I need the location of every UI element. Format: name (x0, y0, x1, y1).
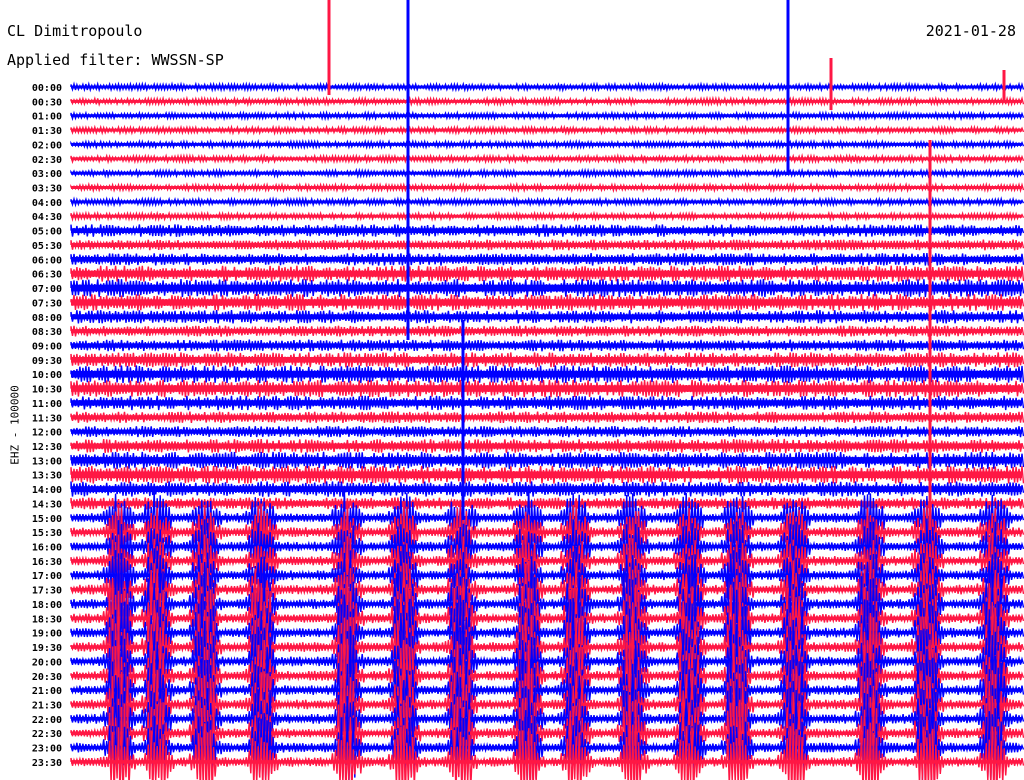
time-label-0900: 09:00 (32, 341, 62, 352)
time-tick-labels: 00:00 00:30 01:00 01:30 02:00 02:30 03:00 03:30… (32, 83, 62, 769)
time-label-2230: 22:30 (32, 729, 62, 740)
time-label-1530: 15:30 (32, 528, 62, 539)
time-label-1630: 16:30 (32, 557, 62, 568)
time-label-0630: 06:30 (32, 270, 62, 281)
seismic-traces (70, 0, 1024, 780)
time-label-1330: 13:30 (32, 471, 62, 482)
time-label-0130: 01:30 (32, 126, 62, 137)
time-label-1030: 10:30 (32, 385, 62, 396)
trace-band-0400 (71, 200, 1022, 204)
time-label-0430: 04:30 (32, 212, 62, 223)
time-label-2130: 21:30 (32, 700, 62, 711)
time-label-0100: 01:00 (32, 112, 62, 123)
time-label-2330: 23:30 (32, 758, 62, 769)
time-label-1900: 19:00 (32, 629, 62, 640)
trace-band-0300 (71, 171, 1022, 175)
trace-band-0330 (71, 186, 1022, 189)
time-label-2100: 21:00 (32, 686, 62, 697)
time-label-1500: 15:00 (32, 514, 62, 525)
time-label-1130: 11:30 (32, 413, 62, 424)
trace-band-0000 (71, 85, 1022, 89)
trace-band-0830 (71, 329, 1022, 334)
trace-band-1300 (71, 457, 1022, 464)
trace-band-0600 (71, 257, 1022, 262)
trace-band-0230 (71, 157, 1022, 161)
time-label-1100: 11:00 (32, 399, 62, 410)
time-label-0830: 08:30 (32, 327, 62, 338)
time-label-1730: 17:30 (32, 586, 62, 597)
trace-band-1000 (71, 370, 1022, 378)
time-label-1700: 17:00 (32, 571, 62, 582)
time-label-0000: 00:00 (32, 83, 62, 94)
trace-band-1700 (71, 573, 1022, 577)
time-label-0700: 07:00 (32, 284, 62, 295)
time-label-0030: 00:30 (32, 97, 62, 108)
time-label-0730: 07:30 (32, 298, 62, 309)
trace-band-0530 (71, 242, 1022, 247)
time-label-2200: 22:00 (32, 715, 62, 726)
time-label-1930: 19:30 (32, 643, 62, 654)
time-label-0500: 05:00 (32, 227, 62, 238)
trace-band-0030 (71, 99, 1022, 103)
trace-band-1430 (71, 501, 1022, 506)
trace-band-1100 (71, 400, 1022, 406)
trace-band-0430 (71, 214, 1022, 218)
trace-band-1230 (71, 443, 1022, 449)
trace-band-0800 (71, 314, 1022, 320)
time-label-1830: 18:30 (32, 614, 62, 625)
trace-band-0900 (71, 343, 1022, 348)
time-label-1200: 12:00 (32, 428, 62, 439)
trace-band-0630 (71, 270, 1022, 277)
time-label-1000: 10:00 (32, 370, 62, 381)
trace-band-1330 (71, 471, 1022, 479)
time-label-2300: 23:00 (32, 744, 62, 755)
time-label-0400: 04:00 (32, 198, 62, 209)
trace-band-0100 (71, 114, 1022, 118)
trace-band-1200 (71, 429, 1022, 434)
time-label-0930: 09:30 (32, 356, 62, 367)
trace-band-0730 (71, 299, 1022, 306)
trace-band-1130 (71, 415, 1022, 420)
time-label-0330: 03:30 (32, 184, 62, 195)
trace-band-0200 (71, 142, 1022, 146)
time-label-0200: 02:00 (32, 140, 62, 151)
time-label-1400: 14:00 (32, 485, 62, 496)
time-label-0600: 06:00 (32, 255, 62, 266)
time-label-0300: 03:00 (32, 169, 62, 180)
trace-band-0500 (71, 228, 1022, 233)
trace-band-0130 (71, 128, 1022, 132)
time-label-0530: 05:30 (32, 241, 62, 252)
time-label-1600: 16:00 (32, 543, 62, 554)
trace-band-0930 (71, 357, 1022, 363)
trace-band-1400 (71, 486, 1022, 492)
time-label-1800: 18:00 (32, 600, 62, 611)
time-label-0230: 02:30 (32, 155, 62, 166)
time-label-1430: 14:30 (32, 499, 62, 510)
time-label-1230: 12:30 (32, 442, 62, 453)
trace-band-1030 (71, 385, 1022, 392)
time-label-2030: 20:30 (32, 672, 62, 683)
time-label-1300: 13:00 (32, 456, 62, 467)
trace-band-2330 (71, 760, 1022, 764)
trace-band-0700 (71, 284, 1022, 292)
time-label-2000: 20:00 (32, 657, 62, 668)
helicorder-plot: 00:00 00:30 01:00 01:30 02:00 02:30 03:00 03:30… (32, 0, 1024, 780)
time-label-0800: 08:00 (32, 313, 62, 324)
